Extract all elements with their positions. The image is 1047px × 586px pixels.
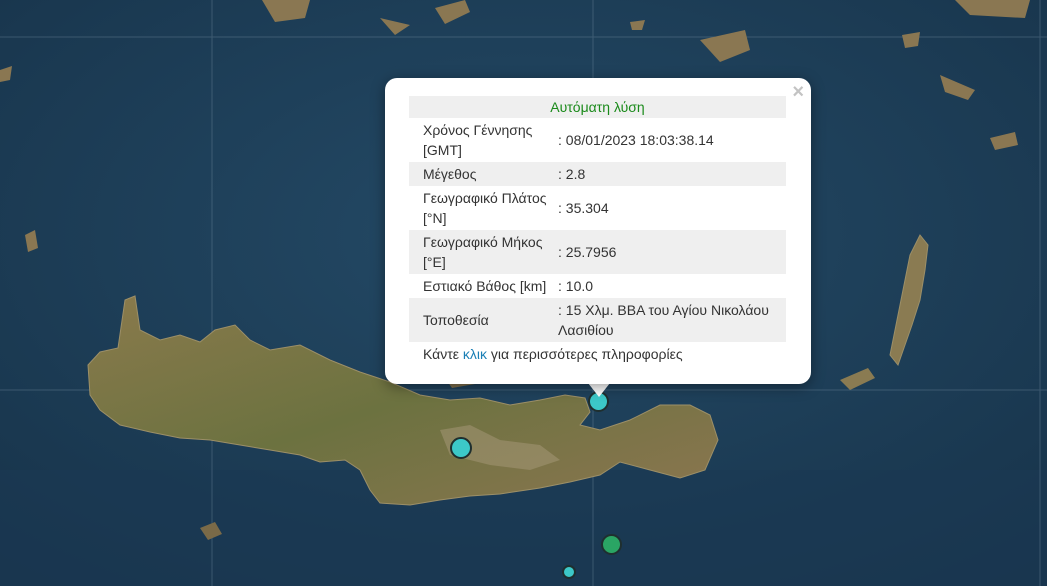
depth-value: : 10.0 [558,278,594,294]
earthquake-popup: × Αυτόματη λύση Χρόνος Γέννησης [GMT] : … [385,78,811,384]
origin-time-label: Χρόνος Γέννησης [GMT] [423,122,533,158]
info-row-magnitude: Μέγεθος : 2.8 [409,162,786,186]
more-info-prefix: Κάντε [423,346,463,362]
longitude-value: : 25.7956 [556,230,786,274]
origin-time-value: : 08/01/2023 18:03:38.14 [558,132,714,148]
more-info-suffix: για περισσότερες πληροφορίες [487,346,683,362]
close-button[interactable]: × [792,82,804,102]
info-row-depth: Εστιακό Βάθος [km] : 10.0 [409,274,786,298]
quake-marker-central-crete[interactable] [450,437,472,459]
depth-label: Εστιακό Βάθος [km] [423,278,547,294]
quake-marker-south-green[interactable] [601,534,622,555]
latitude-value: : 35.304 [558,200,609,216]
info-row-origin-time: Χρόνος Γέννησης [GMT] : 08/01/2023 18:03… [409,118,786,162]
more-info-link[interactable]: κλικ [463,346,487,362]
latitude-label: Γεωγραφικό Πλάτος [°N] [423,190,547,226]
quake-marker-south-small[interactable] [562,565,576,579]
magnitude-label: Μέγεθος [409,162,556,186]
location-value: : 15 Χλμ. ΒΒΑ του Αγίου Νικολάου Λασιθίο… [556,298,786,342]
info-row-longitude: Γεωγραφικό Μήκος [°E] : 25.7956 [409,230,786,274]
solution-type-header: Αυτόματη λύση [409,96,786,118]
longitude-label: Γεωγραφικό Μήκος [°E] [409,230,556,274]
more-info-text: Κάντε κλικ για περισσότερες πληροφορίες [423,346,683,362]
location-label: Τοποθεσία [409,298,556,342]
info-row-latitude: Γεωγραφικό Πλάτος [°N] : 35.304 [409,186,786,230]
magnitude-value: : 2.8 [556,162,786,186]
earthquake-info-table: Αυτόματη λύση Χρόνος Γέννησης [GMT] : 08… [409,96,786,342]
info-row-location: Τοποθεσία : 15 Χλμ. ΒΒΑ του Αγίου Νικολά… [409,298,786,342]
popup-tip [588,383,610,397]
